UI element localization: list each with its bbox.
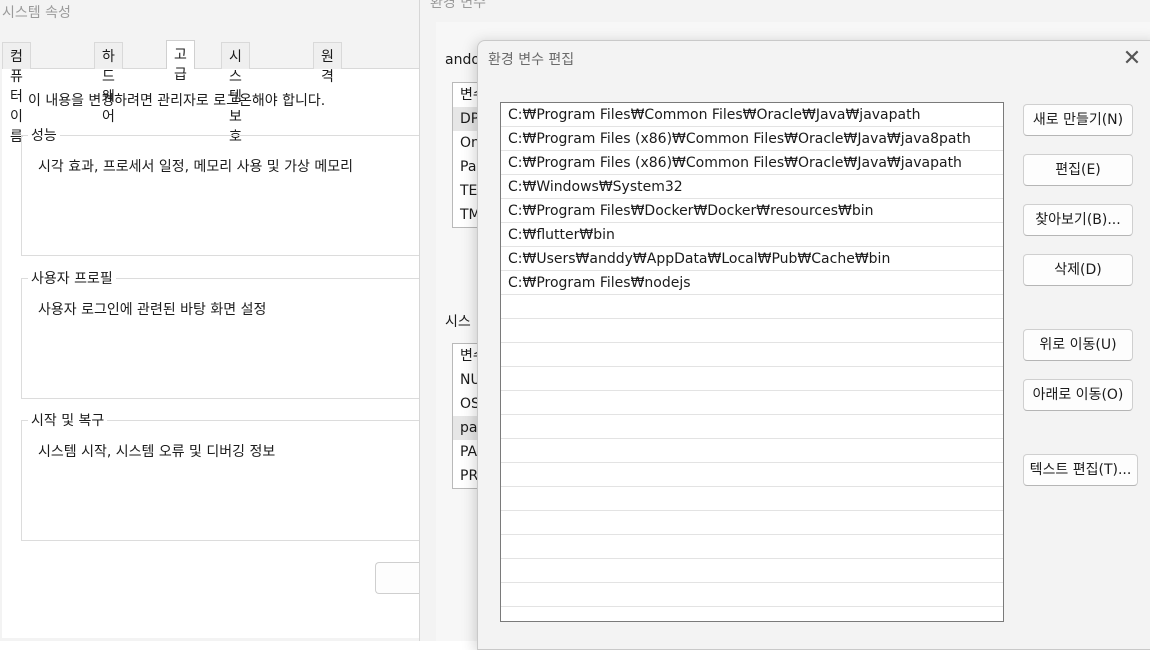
empty-row[interactable]: [501, 463, 1003, 487]
new-button[interactable]: 새로 만들기(N): [1023, 104, 1133, 136]
path-entry[interactable]: C:₩Program Files₩Docker₩Docker₩resources…: [501, 199, 1003, 223]
delete-button[interactable]: 삭제(D): [1023, 254, 1133, 286]
startup-recovery-group: 시작 및 복구 시스템 시작, 시스템 오류 및 디버깅 정보: [21, 410, 431, 541]
dialog-title: 환경 변수 편집: [488, 52, 575, 68]
edit-env-var-dialog: 환경 변수 편집 ✕ C:₩Program Files₩Common Files…: [477, 40, 1150, 650]
empty-row[interactable]: [501, 487, 1003, 511]
close-icon[interactable]: ✕: [1118, 47, 1146, 73]
performance-group-label: 성능: [28, 125, 60, 145]
tab-computer-name[interactable]: 컴퓨터 이름: [2, 42, 31, 145]
tab-hardware[interactable]: 하드웨어: [94, 42, 123, 125]
empty-row[interactable]: [501, 439, 1003, 463]
path-list[interactable]: C:₩Program Files₩Common Files₩Oracle₩Jav…: [500, 102, 1004, 622]
window-title: 시스템 속성: [2, 5, 71, 21]
window-title: 환경 변수: [430, 0, 486, 11]
startup-recovery-description: 시스템 시작, 시스템 오류 및 디버깅 정보: [38, 444, 276, 460]
move-up-button[interactable]: 위로 이동(U): [1023, 329, 1133, 361]
performance-description: 시각 효과, 프로세서 일정, 메모리 사용 및 가상 메모리: [38, 159, 353, 175]
system-properties-window: 시스템 속성 컴퓨터 이름 하드웨어 고급 시스템 보호 원격 이 내용을 변경…: [0, 0, 435, 641]
empty-row[interactable]: [501, 343, 1003, 367]
empty-row[interactable]: [501, 391, 1003, 415]
admin-note: 이 내용을 변경하려면 관리자로 로그온해야 합니다.: [28, 93, 326, 109]
user-profile-group-label: 사용자 프로필: [28, 268, 116, 288]
path-entry[interactable]: C:₩Windows₩System32: [501, 175, 1003, 199]
edit-text-button[interactable]: 텍스트 편집(T)...: [1023, 454, 1138, 486]
empty-row[interactable]: [501, 535, 1003, 559]
user-profile-group: 사용자 프로필 사용자 로그인에 관련된 바탕 화면 설정: [21, 268, 431, 399]
path-entry[interactable]: C:₩flutter₩bin: [501, 223, 1003, 247]
empty-row[interactable]: [501, 319, 1003, 343]
startup-recovery-group-label: 시작 및 복구: [28, 410, 108, 430]
path-entry[interactable]: C:₩Program Files₩Common Files₩Oracle₩Jav…: [501, 103, 1003, 127]
browse-button[interactable]: 찾아보기(B)...: [1023, 204, 1133, 236]
empty-row[interactable]: [501, 583, 1003, 607]
path-entry[interactable]: C:₩Program Files (x86)₩Common Files₩Orac…: [501, 127, 1003, 151]
empty-row[interactable]: [501, 511, 1003, 535]
move-down-button[interactable]: 아래로 이동(O): [1023, 379, 1133, 411]
user-profile-description: 사용자 로그인에 관련된 바탕 화면 설정: [38, 302, 267, 318]
tab-advanced[interactable]: 고급: [166, 40, 195, 83]
performance-group: 성능 시각 효과, 프로세서 일정, 메모리 사용 및 가상 메모리: [21, 125, 431, 256]
tab-remote[interactable]: 원격: [313, 42, 342, 85]
edit-button[interactable]: 편집(E): [1023, 154, 1133, 186]
system-vars-label: 시스: [445, 314, 471, 330]
empty-row[interactable]: [501, 559, 1003, 583]
tab-system-protection[interactable]: 시스템 보호: [221, 42, 250, 145]
empty-row[interactable]: [501, 367, 1003, 391]
empty-row[interactable]: [501, 295, 1003, 319]
path-entry[interactable]: C:₩Users₩anddy₩AppData₩Local₩Pub₩Cache₩b…: [501, 247, 1003, 271]
path-entry[interactable]: C:₩Program Files (x86)₩Common Files₩Orac…: [501, 151, 1003, 175]
empty-row[interactable]: [501, 415, 1003, 439]
user-vars-label: ando: [445, 52, 480, 68]
path-entry[interactable]: C:₩Program Files₩nodejs: [501, 271, 1003, 295]
